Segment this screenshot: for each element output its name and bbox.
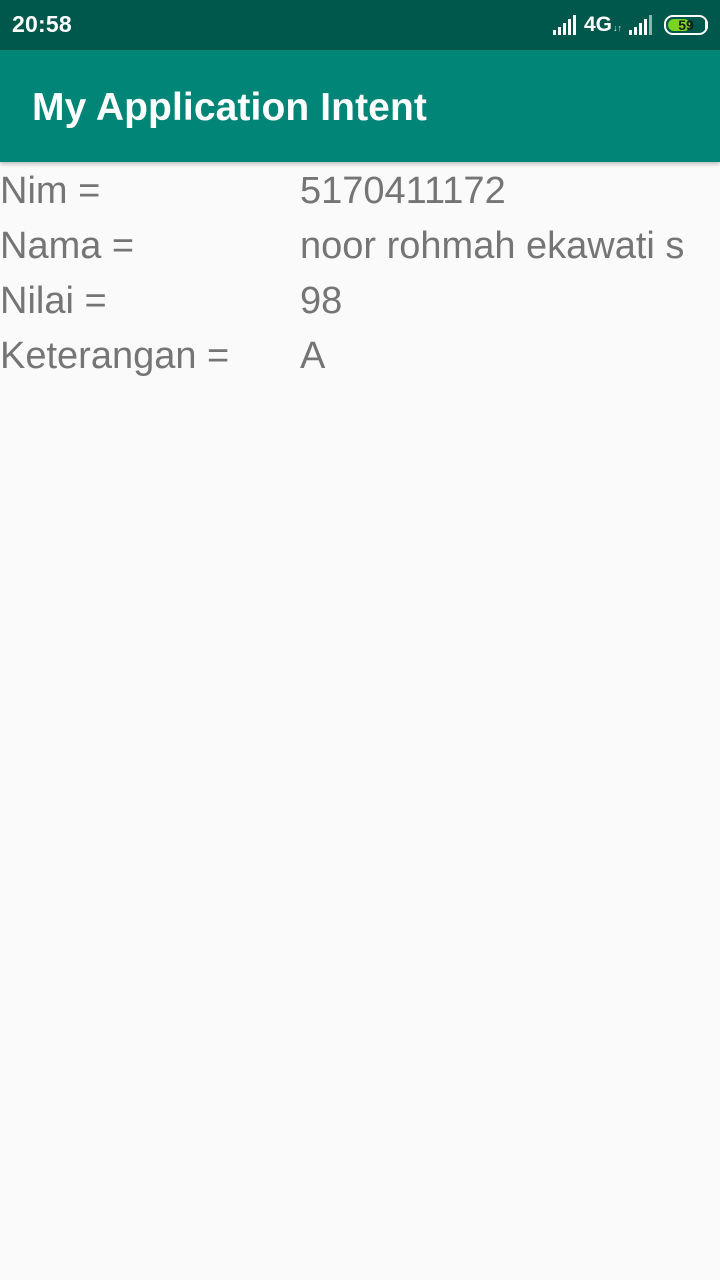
- row-keterangan: Keterangan = A: [0, 329, 720, 384]
- nim-label: Nim =: [0, 170, 101, 212]
- status-bar: 20:58 4G ↓↑ 59: [0, 0, 720, 50]
- row-nilai: Nilai = 98: [0, 274, 720, 329]
- nilai-value: 98: [300, 280, 343, 322]
- app-bar: My Application Intent: [0, 50, 720, 162]
- nama-value: noor rohmah ekawati s: [300, 225, 685, 267]
- status-icons: 4G ↓↑ 59: [552, 12, 708, 38]
- signal-strength-2-icon: [629, 15, 652, 35]
- battery-icon: 59: [664, 15, 708, 35]
- battery-level-text: 59: [678, 17, 694, 33]
- signal-strength-icon: [552, 15, 576, 35]
- network-type-label: 4G: [583, 13, 612, 36]
- nim-value: 5170411172: [300, 170, 506, 212]
- detail-list: Nim = 5170411172 Nama = noor rohmah ekaw…: [0, 164, 720, 384]
- status-time: 20:58: [12, 11, 72, 37]
- row-nama: Nama = noor rohmah ekawati s: [0, 219, 720, 274]
- keterangan-label: Keterangan =: [0, 335, 230, 377]
- app-title: My Application Intent: [32, 86, 427, 129]
- nilai-label: Nilai =: [0, 280, 107, 322]
- row-nim: Nim = 5170411172: [0, 164, 720, 219]
- data-activity-icon: ↓↑: [613, 23, 622, 33]
- keterangan-value: A: [300, 335, 326, 377]
- nama-label: Nama =: [0, 225, 135, 267]
